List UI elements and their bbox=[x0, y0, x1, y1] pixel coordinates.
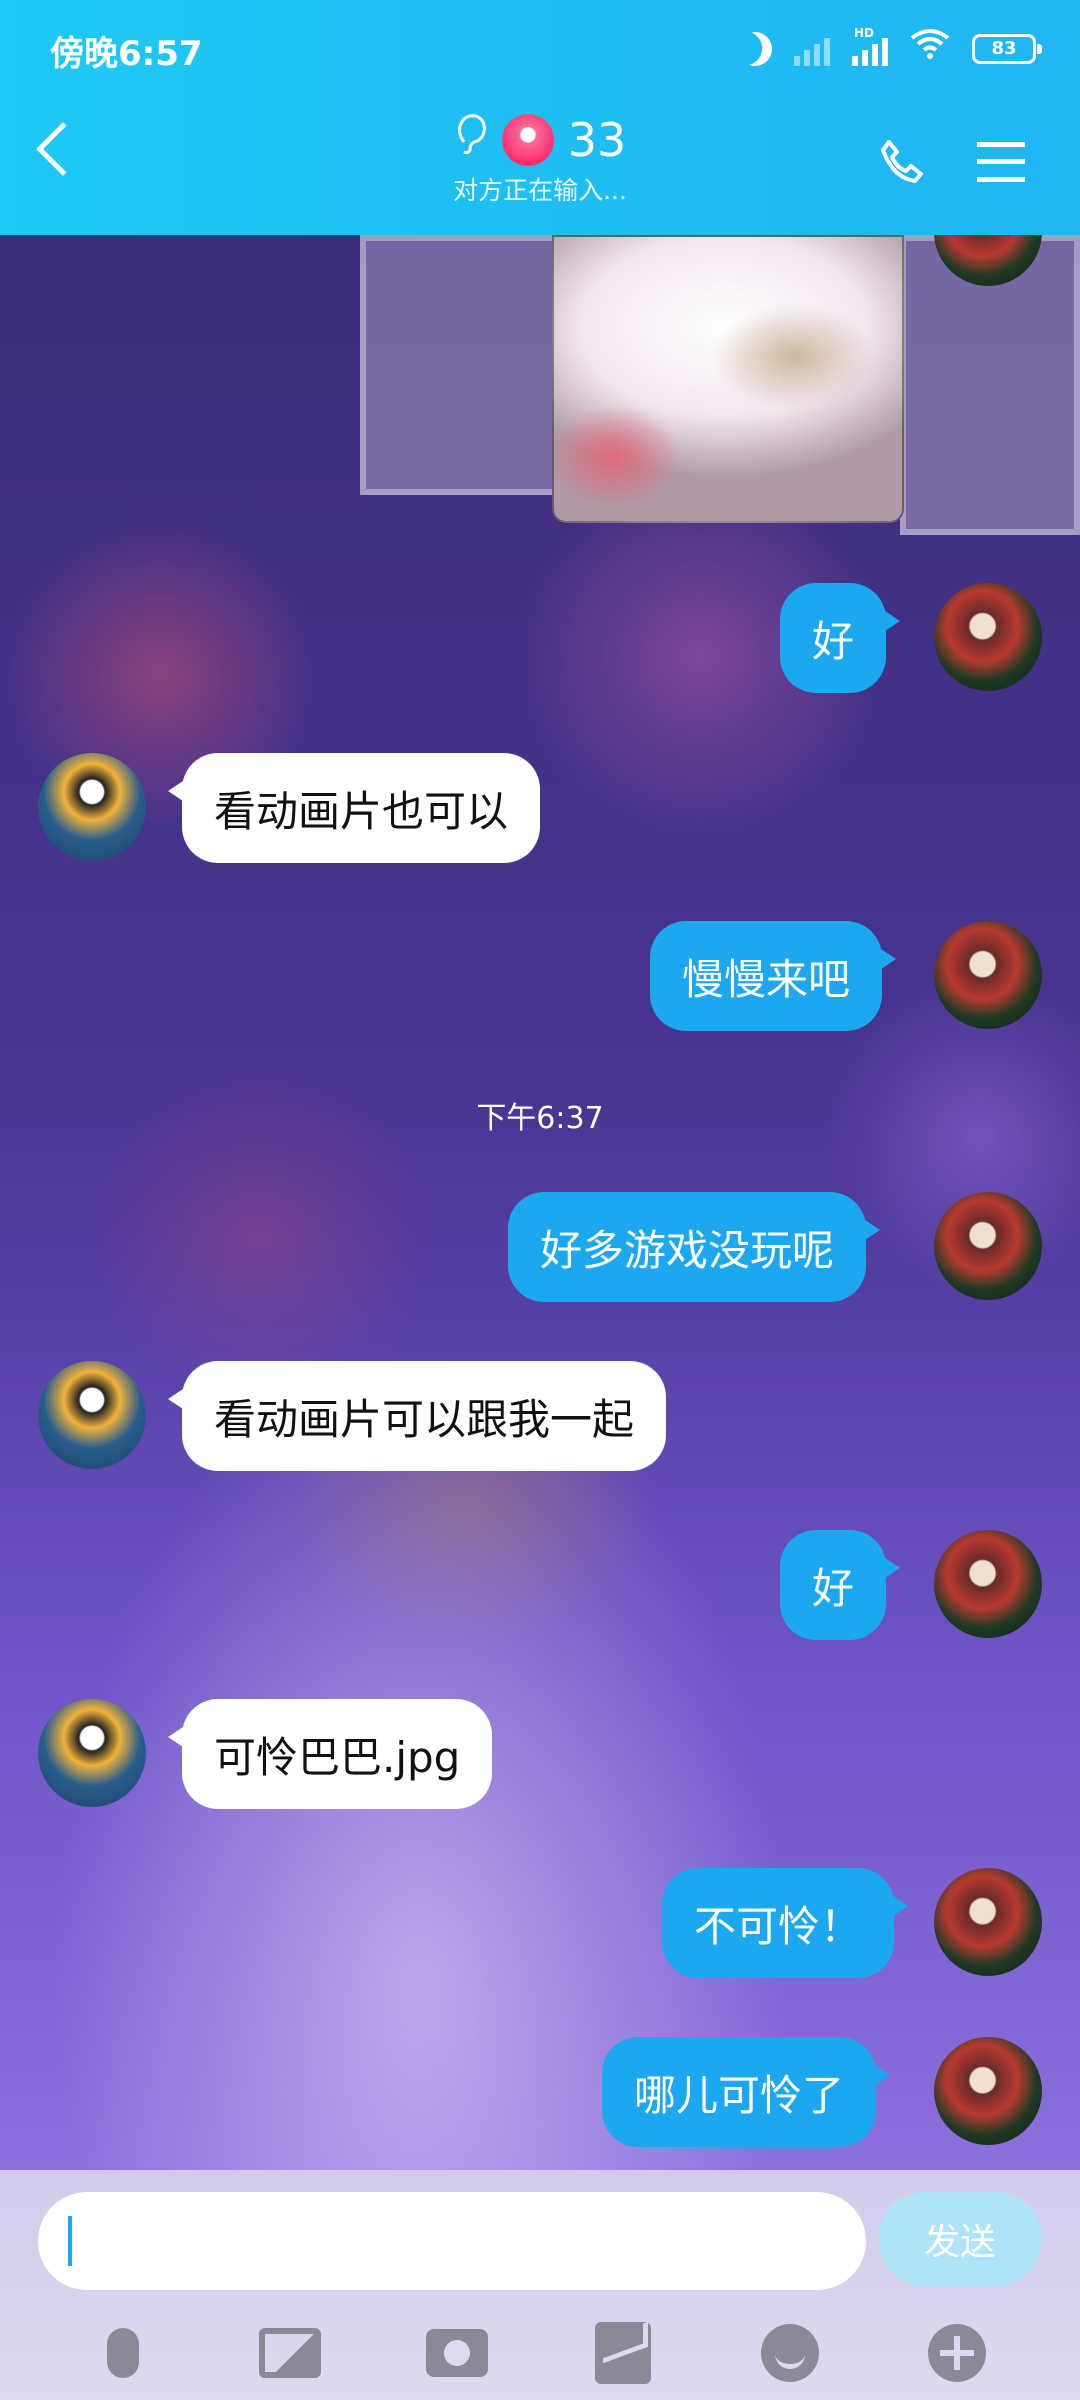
outgoing-message[interactable]: 慢慢来吧 bbox=[650, 921, 897, 1031]
image-icon[interactable] bbox=[257, 2320, 323, 2386]
message-input[interactable] bbox=[38, 2192, 866, 2290]
phone-call-button[interactable] bbox=[879, 138, 925, 195]
menu-button[interactable] bbox=[977, 142, 1025, 182]
my-avatar[interactable] bbox=[934, 1868, 1042, 1976]
contact-avatar[interactable] bbox=[38, 1361, 146, 1469]
battery-level: 83 bbox=[991, 38, 1017, 59]
status-icons: HD 83 bbox=[738, 26, 1042, 69]
my-avatar[interactable] bbox=[934, 1530, 1042, 1638]
status-time: 傍晚6:57 bbox=[50, 34, 203, 74]
send-button[interactable]: 发送 bbox=[878, 2192, 1042, 2286]
my-avatar[interactable] bbox=[934, 1192, 1042, 1300]
my-avatar[interactable] bbox=[934, 921, 1042, 1029]
message-timestamp: 下午6:37 bbox=[476, 1101, 604, 1136]
incoming-message[interactable]: 看动画片也可以 bbox=[167, 753, 541, 863]
my-avatar[interactable] bbox=[934, 583, 1042, 691]
chat-title[interactable]: 33 bbox=[568, 113, 627, 167]
incoming-message[interactable]: 可怜巴巴.jpg bbox=[167, 1699, 493, 1809]
contact-avatar[interactable] bbox=[38, 1699, 146, 1807]
signal-icon bbox=[794, 32, 830, 66]
do-not-disturb-icon bbox=[733, 27, 777, 71]
image-message[interactable] bbox=[552, 235, 904, 523]
outgoing-message[interactable]: 好 bbox=[780, 583, 901, 693]
chat-header: 傍晚6:57 HD 83 33 对方正在输入... bbox=[0, 0, 1080, 235]
outgoing-message[interactable]: 好 bbox=[780, 1530, 901, 1640]
ear-icon bbox=[454, 112, 488, 167]
plus-icon[interactable] bbox=[924, 2320, 990, 2386]
intimacy-badge-icon bbox=[501, 113, 554, 166]
outgoing-message[interactable]: 哪儿可怜了 bbox=[602, 2037, 891, 2147]
outgoing-message[interactable]: 不可怜！ bbox=[662, 1868, 909, 1978]
input-toolbar bbox=[0, 2308, 1080, 2398]
my-avatar[interactable] bbox=[934, 2037, 1042, 2145]
contact-avatar[interactable] bbox=[38, 753, 146, 861]
battery-icon: 83 bbox=[972, 33, 1042, 64]
wifi-icon bbox=[910, 28, 950, 69]
emoji-icon[interactable] bbox=[757, 2320, 823, 2386]
outgoing-message[interactable]: 好多游戏没玩呢 bbox=[508, 1192, 881, 1302]
hd-label: HD bbox=[854, 25, 875, 40]
background-frame bbox=[360, 235, 560, 495]
mic-icon[interactable] bbox=[90, 2320, 156, 2386]
incoming-message[interactable]: 看动画片可以跟我一起 bbox=[167, 1361, 667, 1471]
red-packet-icon[interactable] bbox=[590, 2320, 656, 2386]
text-caret bbox=[68, 2216, 72, 2266]
camera-icon[interactable] bbox=[424, 2320, 490, 2386]
input-bar: 发送 bbox=[0, 2170, 1080, 2400]
signal-hd-icon: HD bbox=[852, 26, 888, 66]
